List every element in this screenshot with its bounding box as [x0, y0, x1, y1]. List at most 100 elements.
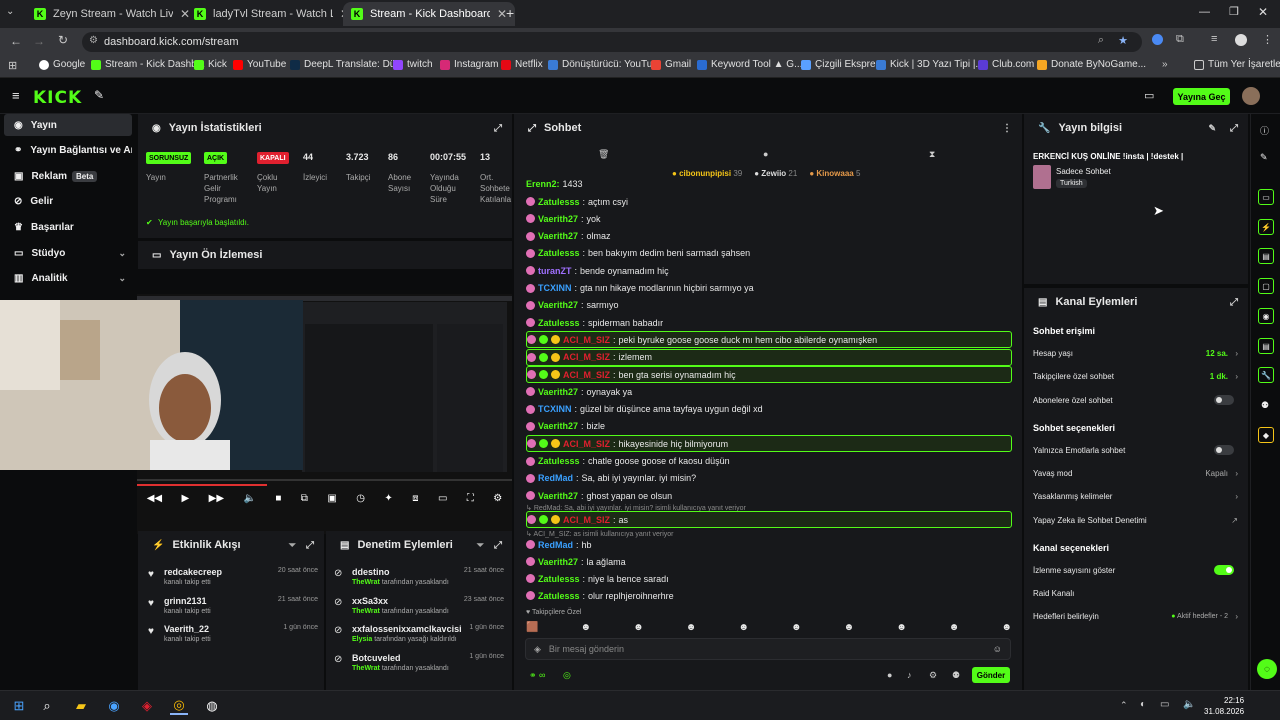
bookmark-twitch[interactable]: twitch — [393, 59, 433, 70]
zoom-icon[interactable]: ⌕ — [1098, 34, 1104, 47]
window-close-icon[interactable]: ✕ — [1258, 5, 1268, 19]
users-icon[interactable]: ⚉ — [1261, 400, 1269, 411]
bookmark-instagram[interactable]: Instagram — [440, 59, 498, 70]
chat-username[interactable]: Zatulesss — [538, 197, 580, 207]
extension-icon[interactable] — [1152, 34, 1163, 45]
chat-username[interactable]: Vaerith27 — [538, 300, 578, 310]
avatar[interactable]: ☻ — [633, 622, 644, 636]
expand-icon[interactable]: ⤢ — [1230, 297, 1238, 308]
filter-icon[interactable]: ⏷ — [289, 540, 296, 551]
chrome-icon[interactable]: ◎ — [170, 697, 188, 715]
chat-username[interactable]: ACI_M_SIZ — [563, 370, 610, 380]
sidebar-item-yayin[interactable]: ◉ Yayın — [4, 114, 132, 136]
sidebar-item-stream-key[interactable]: ⚭ Yayın Bağlantısı ve Anahtarı — [4, 139, 132, 161]
category-name[interactable]: Sadece Sohbet — [1056, 167, 1111, 176]
browser-menu-icon[interactable]: ⋮ — [1262, 33, 1273, 46]
back-icon[interactable]: ← — [10, 34, 22, 48]
chat-username[interactable]: Zatulesss — [538, 318, 580, 328]
gifter-name[interactable]: Zewiio — [761, 169, 786, 178]
volume-icon[interactable]: 🔈 — [243, 493, 255, 504]
studio-icon[interactable]: ▭ — [1144, 89, 1154, 102]
avatar[interactable]: ☻ — [686, 622, 697, 636]
chat-username[interactable]: Zatulesss — [538, 574, 580, 584]
media-icon[interactable]: ≡ — [1211, 33, 1217, 45]
category-thumbnail[interactable] — [1033, 165, 1051, 189]
chat-username[interactable]: Vaerith27 — [538, 387, 578, 397]
chat-username[interactable]: ACI_M_SIZ — [563, 439, 610, 449]
chat-username[interactable]: Zatulesss — [538, 456, 580, 466]
avatar[interactable]: ☻ — [844, 622, 855, 636]
site-info-icon[interactable]: ⚙ — [89, 35, 98, 46]
record-icon[interactable]: ■ — [275, 493, 281, 504]
edit-icon[interactable]: ✎ — [1208, 123, 1216, 134]
clock[interactable]: 22:16 31.08.2026 — [1204, 695, 1244, 717]
emotes-only-toggle[interactable] — [1214, 445, 1234, 455]
windows-start-icon[interactable]: ⊞ — [10, 697, 28, 715]
avatar[interactable]: ☻ — [738, 622, 749, 636]
steam-icon[interactable]: ◉ — [105, 697, 123, 715]
moderation-user[interactable]: xxSa3xx — [352, 596, 388, 606]
reload-icon[interactable]: ↻ — [58, 33, 68, 47]
send-button[interactable]: Gönder — [972, 667, 1010, 683]
bookmark-bynogame[interactable]: Donate ByNoGame... — [1037, 59, 1146, 70]
goals-row[interactable]: Hedefleri belirleyin ● Aktif hedefler - 2… — [1033, 608, 1238, 624]
bell-icon[interactable]: ♪ — [907, 670, 912, 680]
gifter-name[interactable]: cibonunpipisi — [679, 169, 731, 178]
bookmark-netflix[interactable]: Netflix — [501, 59, 543, 70]
show-viewers-toggle[interactable] — [1214, 565, 1234, 575]
followers-chat-row[interactable]: Takipçilere özel sohbet 1 dk. › — [1033, 368, 1238, 384]
bookmark-converter[interactable]: Dönüştürücü: YouTu... — [548, 59, 661, 70]
tab-zeyn[interactable]: K Zeyn Stream - Watch Live on Kick ✕ — [26, 2, 198, 26]
slow-mode-row[interactable]: Yavaş mod Kapalı › — [1033, 465, 1238, 481]
bookmark-youtube[interactable]: YouTube — [233, 59, 286, 70]
chat-username[interactable]: Erenn2: — [526, 180, 560, 189]
sidebar-item-studyo[interactable]: ▭ Stüdyo ⌄ — [4, 242, 132, 264]
diamond-panel-icon[interactable]: ◆ — [1258, 427, 1274, 443]
chat-panel-icon[interactable]: ▢ — [1258, 278, 1274, 294]
chat-username[interactable]: Zatulesss — [538, 248, 580, 258]
chat-username[interactable]: Vaerith27 — [538, 557, 578, 567]
banned-words-row[interactable]: Yasaklanmış kelimeler › — [1033, 488, 1238, 504]
edit-icon[interactable]: ✎ — [1260, 152, 1268, 163]
extensions-puzzle-icon[interactable]: ⧉ — [1176, 33, 1184, 46]
tray-app-icon[interactable]: ◐ — [1140, 699, 1146, 710]
gifter-name[interactable]: Kinowaaa — [816, 169, 853, 178]
hamburger-menu-icon[interactable]: ≡ — [12, 88, 20, 103]
raid-row[interactable]: Raid Kanalı — [1033, 585, 1238, 601]
chat-bubble-icon[interactable]: ● — [763, 149, 768, 159]
lightning-panel-icon[interactable]: ⚡ — [1258, 219, 1274, 235]
users-icon[interactable]: ⚉ — [952, 670, 960, 681]
network-icon[interactable]: ▭ — [1160, 699, 1169, 710]
chat-username[interactable]: ACI_M_SIZ — [563, 515, 610, 525]
avatar[interactable]: ☻ — [949, 622, 960, 636]
chat-username[interactable]: RedMad — [538, 540, 573, 550]
subs-chat-toggle[interactable] — [1214, 395, 1234, 405]
bookmark-deepl[interactable]: DeepL Translate: Dü... — [290, 59, 404, 70]
sidebar-item-reklam[interactable]: ▣ Reklam Beta — [4, 165, 132, 187]
chat-username[interactable]: ACI_M_SIZ — [563, 335, 610, 345]
refresh-icon[interactable]: ◎ — [563, 670, 571, 681]
all-bookmarks[interactable]: Tüm Yer İşaretleri — [1194, 59, 1280, 70]
bookmark-club[interactable]: Club.com — [978, 59, 1034, 70]
settings-icon[interactable]: ⚙ — [929, 670, 937, 681]
chat-username[interactable]: Zatulesss — [538, 591, 580, 601]
chat-username[interactable]: RedMad — [538, 473, 573, 483]
chat-menu-icon[interactable]: ⋮ — [1002, 123, 1012, 134]
trash-icon[interactable]: 🗑 — [598, 149, 609, 160]
settings-icon[interactable]: ⚙ — [493, 493, 502, 504]
go-live-button[interactable]: Yayına Geç — [1173, 88, 1230, 105]
moderation-user[interactable]: xxfalossenixxamclkavcisi — [352, 624, 464, 634]
chat-username[interactable]: ACI_M_SIZ — [563, 352, 610, 362]
chat-username[interactable]: Vaerith27 — [538, 214, 578, 224]
bookmark-google[interactable]: Google — [39, 59, 85, 70]
chat-username[interactable]: Vaerith27 — [538, 421, 578, 431]
moderation-user[interactable]: ddestino — [352, 567, 390, 577]
search-icon[interactable]: ⌕ — [38, 697, 56, 715]
account-age-row[interactable]: Hesap yaşı 12 sa. › — [1033, 345, 1238, 361]
activity-user[interactable]: redcakecreep — [164, 567, 222, 577]
minimize-icon[interactable]: — — [1199, 6, 1210, 18]
sidebar-item-analitik[interactable]: ▥ Analitik ⌄ — [4, 267, 132, 289]
avatar[interactable]: ☻ — [896, 622, 907, 636]
bookmark-kick-dashboard[interactable]: Stream - Kick Dashb... — [91, 59, 205, 70]
app-icon[interactable]: ◈ — [138, 697, 156, 715]
